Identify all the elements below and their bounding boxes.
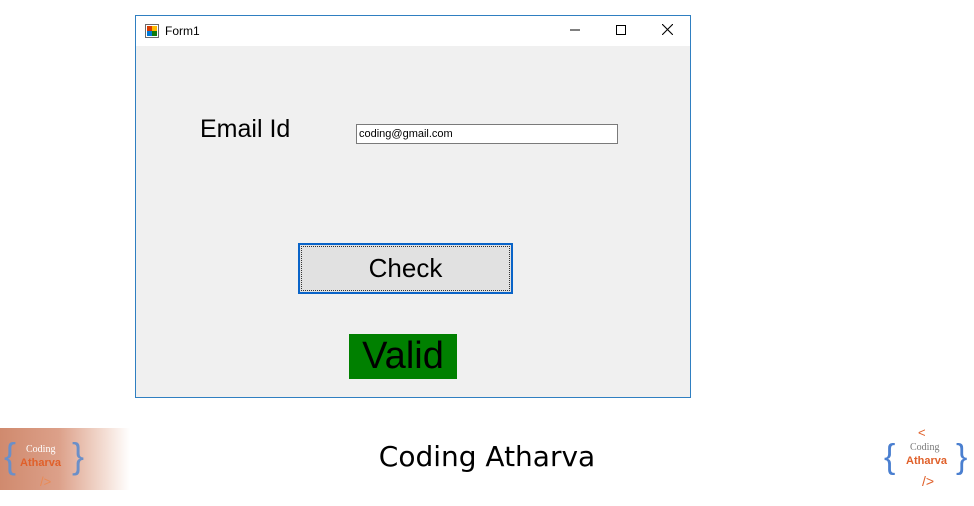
footer-logo-right: < { } Coding Atharva /> (884, 425, 974, 490)
check-button[interactable]: Check (298, 243, 513, 294)
form-app-icon (145, 24, 159, 38)
app-window: Form1 Email Id Check Valid (135, 15, 691, 398)
validation-result-label: Valid (349, 334, 457, 379)
email-input[interactable] (356, 124, 618, 144)
close-button[interactable] (644, 16, 690, 46)
title-bar[interactable]: Form1 (136, 16, 690, 46)
logo-right-open-tag: < (918, 426, 926, 440)
logo-right-line1: Coding (910, 442, 939, 453)
logo-left-close-tag: /> (40, 474, 51, 489)
logo-right-graphic: < { } Coding Atharva /> (884, 425, 967, 489)
check-button-label: Check (368, 253, 443, 283)
footer-caption: Coding Atharva (378, 440, 596, 473)
minimize-button[interactable] (552, 16, 598, 46)
svg-text:{: { (884, 438, 895, 476)
close-icon (661, 22, 673, 40)
maximize-button[interactable] (598, 16, 644, 46)
maximize-icon (616, 22, 626, 40)
email-label: Email Id (200, 115, 291, 143)
svg-text:}: } (956, 438, 967, 476)
logo-right-close-tag: /> (922, 473, 934, 489)
window-title: Form1 (165, 24, 200, 38)
logo-right-line2: Atharva (906, 455, 948, 467)
minimize-icon (570, 22, 580, 40)
